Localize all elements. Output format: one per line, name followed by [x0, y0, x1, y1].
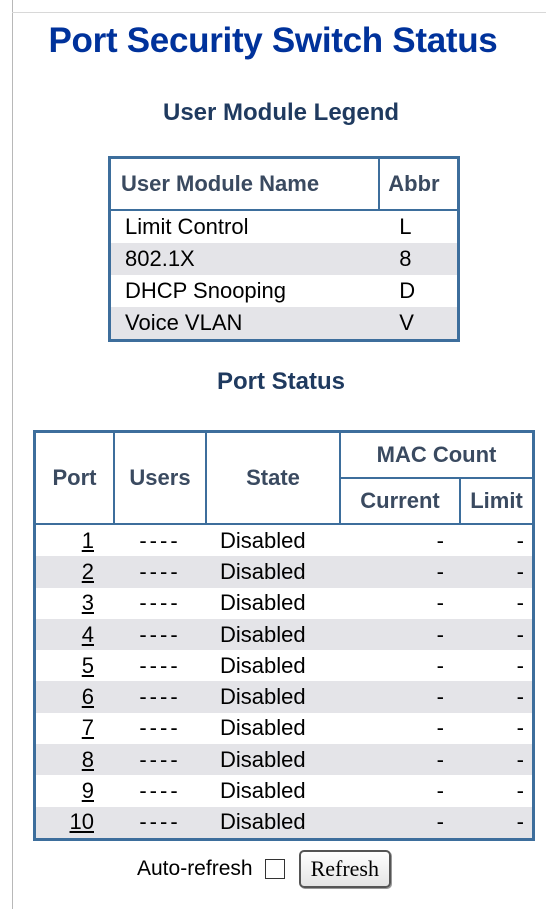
header-limit: Limit [459, 477, 535, 525]
legend-row: Voice VLAN V [109, 307, 459, 341]
port-mac-current: - [436, 590, 444, 616]
port-mac-limit: - [516, 652, 524, 678]
port-mac-current: - [340, 744, 460, 776]
port-mac-limit: - [460, 681, 534, 713]
port-row: 4 ---- Disabled - - [34, 618, 534, 651]
port-users: ---- [139, 590, 181, 616]
port-row: 7 ---- Disabled - - [35, 713, 534, 744]
legend-row: 802.1X 8 [109, 243, 459, 275]
page-frame-left [12, 0, 13, 909]
header-current: Current [339, 477, 461, 525]
port-users: ---- [114, 744, 206, 776]
page-frame-top [12, 12, 546, 13]
legend-module-abbr: 8 [379, 243, 459, 275]
port-status-title: Port Status [216, 368, 345, 395]
port-link[interactable]: 9 [82, 778, 94, 803]
port-mac-current: - [436, 778, 444, 804]
port-users: ---- [139, 527, 181, 553]
port-state: Disabled [206, 806, 340, 840]
port-users: ---- [139, 778, 181, 804]
port-mac-current: - [340, 806, 460, 840]
port-link[interactable]: 2 [82, 559, 94, 584]
port-state: Disabled [206, 618, 340, 651]
port-mac-limit: - [460, 556, 534, 588]
legend-header-abbr: Abbr [378, 157, 459, 211]
refresh-controls: Auto-refresh Refresh [0, 850, 546, 888]
legend-module-abbr: L [399, 214, 412, 239]
legend-row: Limit Control L [110, 210, 459, 243]
port-state: Disabled [220, 778, 306, 804]
port-users: ---- [114, 681, 206, 713]
port-users: ---- [114, 806, 206, 840]
port-mac-current: - [436, 527, 444, 553]
legend-row: DHCP Snooping D [110, 275, 459, 307]
legend-module-name: DHCP Snooping [125, 278, 287, 303]
port-mac-limit: - [516, 778, 524, 804]
port-mac-current: - [340, 618, 460, 651]
port-users: ---- [139, 715, 181, 741]
port-mac-limit: - [460, 806, 534, 840]
legend-header-name: User Module Name [109, 157, 380, 211]
port-row: 6 ---- Disabled - - [34, 681, 534, 713]
port-row: 3 ---- Disabled - - [35, 588, 534, 619]
port-state: Disabled [206, 556, 340, 588]
port-mac-current: - [340, 556, 460, 588]
legend-module-abbr: D [399, 278, 416, 303]
port-status-table: Port Users State MAC Count Current Limit… [33, 430, 535, 841]
port-mac-limit: - [460, 618, 534, 651]
port-row: 2 ---- Disabled - - [34, 556, 534, 588]
port-link[interactable]: 1 [82, 528, 94, 553]
port-mac-limit: - [460, 744, 534, 776]
port-mac-limit: - [516, 715, 524, 741]
port-link[interactable]: 4 [82, 622, 94, 647]
legend-header-row: User Module Name Abbr [109, 157, 459, 211]
port-row: 10 ---- Disabled - - [34, 806, 534, 840]
port-mac-current: - [436, 652, 444, 678]
port-row: 8 ---- Disabled - - [34, 744, 534, 776]
page-title: Port Security Switch Status [48, 21, 498, 60]
header-users: Users [113, 430, 207, 525]
port-mac-current: - [436, 715, 444, 741]
refresh-button[interactable]: Refresh [298, 850, 391, 888]
port-users: ---- [139, 652, 181, 678]
port-state: Disabled [220, 590, 306, 616]
legend-module-name: Voice VLAN [109, 307, 380, 341]
port-state: Disabled [220, 652, 306, 678]
port-mac-current: - [340, 681, 460, 713]
port-link[interactable]: 5 [82, 653, 94, 678]
port-link[interactable]: 3 [82, 590, 94, 615]
legend-module-name: Limit Control [125, 214, 249, 239]
port-users: ---- [114, 556, 206, 588]
auto-refresh-checkbox[interactable] [264, 859, 285, 879]
header-mac-count: MAC Count [339, 430, 535, 479]
port-status-header-row: Port Users State MAC Count [33, 430, 535, 525]
user-module-legend-table: User Module Name Abbr Limit Control L 80… [108, 156, 460, 342]
header-state: State [205, 430, 341, 525]
port-row: 5 ---- Disabled - - [35, 650, 534, 681]
legend-module-abbr: V [379, 307, 459, 341]
port-state: Disabled [206, 744, 340, 776]
port-link[interactable]: 10 [70, 809, 94, 834]
legend-module-name: 802.1X [109, 243, 380, 275]
port-link[interactable]: 6 [82, 684, 94, 709]
port-state: Disabled [220, 527, 306, 553]
header-port: Port [33, 430, 115, 525]
auto-refresh-label: Auto-refresh [137, 857, 253, 880]
port-link[interactable]: 8 [82, 747, 94, 772]
port-link[interactable]: 7 [82, 715, 94, 740]
port-mac-limit: - [516, 527, 524, 553]
port-row: 1 ---- Disabled - - [35, 524, 534, 556]
port-row: 9 ---- Disabled - - [35, 775, 534, 806]
port-users: ---- [114, 618, 206, 651]
port-state: Disabled [206, 681, 340, 713]
port-mac-limit: - [516, 590, 524, 616]
port-state: Disabled [220, 715, 306, 741]
legend-title: User Module Legend [162, 99, 400, 126]
